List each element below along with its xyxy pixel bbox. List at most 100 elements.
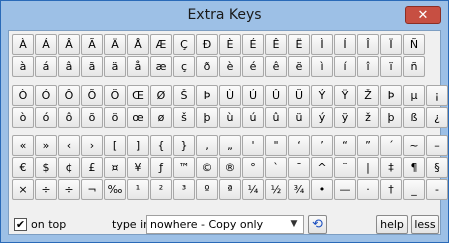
char-key[interactable]: ù <box>219 107 241 128</box>
on-top-checkbox[interactable]: ✔ <box>14 218 27 231</box>
char-key[interactable]: Ó <box>35 85 57 106</box>
char-key[interactable]: } <box>173 135 195 156</box>
char-key[interactable]: ‡ <box>380 157 402 178</box>
char-key[interactable]: œ <box>127 107 149 128</box>
char-key[interactable]: † <box>380 179 402 200</box>
char-key[interactable]: ð <box>196 56 218 77</box>
char-key[interactable]: ì <box>311 56 333 77</box>
char-key[interactable]: î <box>357 56 379 77</box>
char-key[interactable]: š <box>173 107 195 128</box>
char-key[interactable]: ~ <box>403 135 425 156</box>
char-key[interactable]: Ü <box>288 85 310 106</box>
char-key[interactable]: ž <box>357 107 379 128</box>
char-key[interactable]: é <box>242 56 264 77</box>
char-key[interactable]: Þ <box>196 85 218 106</box>
char-key[interactable]: Ù <box>219 85 241 106</box>
char-key[interactable]: Ô <box>58 85 80 106</box>
char-key[interactable]: Í <box>334 34 356 55</box>
char-key[interactable]: ‘ <box>288 135 310 156</box>
char-key[interactable]: Á <box>35 34 57 55</box>
char-key[interactable]: ø <box>150 107 172 128</box>
char-key[interactable]: ` <box>265 157 287 178</box>
char-key[interactable]: ä <box>104 56 126 77</box>
char-key[interactable]: ë <box>288 56 310 77</box>
char-key[interactable]: Ý <box>311 85 333 106</box>
char-key[interactable]: õ <box>81 107 103 128</box>
char-key[interactable]: ê <box>265 56 287 77</box>
char-key[interactable]: É <box>242 34 264 55</box>
char-key[interactable]: £ <box>81 157 103 178</box>
char-key[interactable]: ’ <box>311 135 333 156</box>
char-key[interactable]: ý <box>311 107 333 128</box>
char-key[interactable]: Œ <box>127 85 149 106</box>
char-key[interactable]: Ø <box>150 85 172 106</box>
char-key[interactable]: › <box>81 135 103 156</box>
char-key[interactable]: ¥ <box>127 157 149 178</box>
char-key[interactable]: º <box>196 179 218 200</box>
char-key[interactable]: " <box>265 135 287 156</box>
char-key[interactable]: À <box>12 34 34 55</box>
char-key[interactable]: ö <box>104 107 126 128</box>
char-key[interactable]: ° <box>242 157 264 178</box>
char-key[interactable]: ‰ <box>104 179 126 200</box>
char-key[interactable]: ú <box>242 107 264 128</box>
char-key[interactable]: Â <box>58 34 80 55</box>
char-key[interactable]: Ä <box>104 34 126 55</box>
char-key[interactable]: $ <box>35 157 57 178</box>
char-key[interactable]: ª <box>219 179 241 200</box>
char-key[interactable]: ¹ <box>127 179 149 200</box>
char-key[interactable]: · <box>357 179 379 200</box>
char-key[interactable]: ¾ <box>288 179 310 200</box>
char-key[interactable]: Û <box>265 85 287 106</box>
char-key[interactable]: “ <box>334 135 356 156</box>
char-key[interactable]: Š <box>173 85 195 106</box>
char-key[interactable]: Ì <box>311 34 333 55</box>
char-key[interactable]: È <box>219 34 241 55</box>
char-key[interactable]: ¿ <box>426 107 448 128</box>
char-key[interactable]: ¡ <box>426 85 448 106</box>
char-key[interactable]: ô <box>58 107 80 128</box>
char-key[interactable]: ³ <box>173 179 195 200</box>
char-key[interactable]: è <box>219 56 241 77</box>
less-button[interactable]: less <box>411 215 439 234</box>
chevron-down-icon[interactable]: ▼ <box>287 217 301 232</box>
char-key[interactable]: æ <box>150 56 172 77</box>
char-key[interactable]: Ú <box>242 85 264 106</box>
char-key[interactable]: ß <box>403 107 425 128</box>
char-key[interactable]: å <box>127 56 149 77</box>
char-key[interactable]: Þ <box>380 85 402 106</box>
char-key[interactable]: ¶ <box>403 157 425 178</box>
char-key[interactable]: Ê <box>265 34 287 55</box>
char-key[interactable]: [ <box>104 135 126 156</box>
on-top-label[interactable]: on top <box>31 218 66 231</box>
char-key[interactable]: ¤ <box>104 157 126 178</box>
char-key[interactable]: í <box>334 56 356 77</box>
char-key[interactable]: þ <box>380 107 402 128</box>
char-key[interactable]: ^ <box>311 157 333 178</box>
char-key[interactable]: ã <box>81 56 103 77</box>
type-in-select[interactable]: nowhere - Copy only ▼ <box>146 215 304 234</box>
help-button[interactable]: help <box>376 215 408 234</box>
char-key[interactable]: Ã <box>81 34 103 55</box>
char-key[interactable]: ] <box>127 135 149 156</box>
char-key[interactable]: € <box>12 157 34 178</box>
char-key[interactable]: à <box>12 56 34 77</box>
char-key[interactable]: — <box>334 179 356 200</box>
char-key[interactable]: _ <box>403 179 425 200</box>
char-key[interactable]: ' <box>242 135 264 156</box>
char-key[interactable]: ¼ <box>242 179 264 200</box>
char-key[interactable]: ¯ <box>288 157 310 178</box>
char-key[interactable]: ´ <box>380 135 402 156</box>
char-key[interactable]: Ð <box>196 34 218 55</box>
char-key[interactable]: „ <box>219 135 241 156</box>
char-key[interactable]: | <box>357 157 379 178</box>
char-key[interactable]: Ç <box>173 34 195 55</box>
char-key[interactable]: ƒ <box>150 157 172 178</box>
char-key[interactable]: ÷ <box>35 179 57 200</box>
char-key[interactable]: ® <box>219 157 241 178</box>
char-key[interactable]: ‹ <box>58 135 80 156</box>
char-key[interactable]: ÿ <box>334 107 356 128</box>
char-key[interactable]: { <box>150 135 172 156</box>
char-key[interactable]: § <box>426 157 448 178</box>
char-key[interactable]: – <box>426 135 448 156</box>
